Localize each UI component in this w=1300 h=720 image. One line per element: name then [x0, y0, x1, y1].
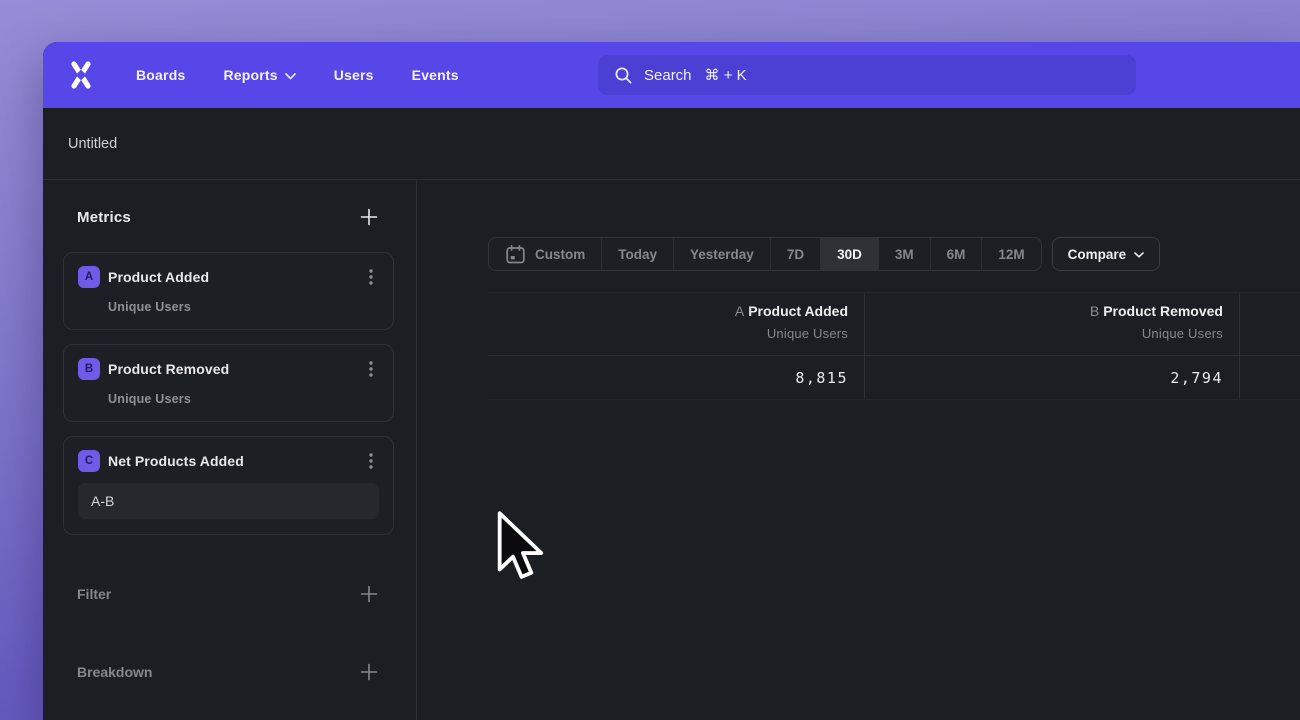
- search-icon: [614, 66, 633, 85]
- add-metric-button[interactable]: [360, 208, 378, 226]
- compare-label: Compare: [1068, 247, 1127, 262]
- add-filter-button[interactable]: [360, 585, 378, 603]
- report-main-area: Custom Today Yesterday 7D 30D 3M 6M 12M …: [417, 180, 1300, 720]
- metrics-header-row: Metrics: [43, 208, 416, 226]
- metric-badge: B: [78, 358, 100, 380]
- metric-subtitle: Unique Users: [865, 326, 1223, 341]
- metric-card-c[interactable]: C Net Products Added A-B: [63, 436, 394, 535]
- calendar-icon: [505, 244, 526, 265]
- add-breakdown-button[interactable]: [360, 663, 378, 681]
- metrics-header-label: Metrics: [77, 209, 131, 226]
- date-range-label: Today: [618, 247, 657, 262]
- date-range-label: 6M: [947, 247, 966, 262]
- date-range-yesterday[interactable]: Yesterday: [673, 238, 770, 270]
- nav-item-reports[interactable]: Reports: [223, 67, 295, 83]
- filter-section: Filter: [43, 585, 416, 603]
- nav-menu: Boards Reports Users Events: [136, 67, 459, 83]
- metric-badge: A: [78, 266, 100, 288]
- nav-item-boards[interactable]: Boards: [136, 67, 185, 83]
- metric-name: Product Removed: [1103, 303, 1223, 319]
- date-range-30d-selected[interactable]: 30D: [820, 238, 878, 270]
- breakdown-label: Breakdown: [77, 664, 152, 680]
- report-title-bar: Untitled: [43, 108, 1300, 180]
- top-navbar: Boards Reports Users Events Search ⌘ + K: [43, 42, 1300, 108]
- metric-measurement[interactable]: Unique Users: [108, 392, 379, 406]
- nav-item-label: Reports: [223, 67, 277, 83]
- search-shortcut: ⌘ + K: [705, 66, 747, 84]
- table-header-row: AProduct Added Unique Users BProduct Rem…: [488, 292, 1300, 356]
- date-range-label: Custom: [535, 247, 585, 262]
- report-title[interactable]: Untitled: [68, 136, 117, 152]
- metric-name: Product Removed: [108, 361, 229, 377]
- filter-label: Filter: [77, 586, 111, 602]
- date-range-12m[interactable]: 12M: [981, 238, 1040, 270]
- nav-item-label: Boards: [136, 67, 185, 83]
- date-range-label: 12M: [998, 247, 1024, 262]
- date-range-custom[interactable]: Custom: [489, 238, 601, 270]
- metrics-sidebar: Metrics A Product Added Unique: [43, 180, 417, 720]
- formula-value: A-B: [91, 493, 114, 509]
- metric-badge: C: [78, 450, 100, 472]
- breakdown-section: Breakdown: [43, 663, 416, 681]
- table-header-metric-b: BProduct Removed Unique Users: [865, 293, 1240, 355]
- table-header-metric-a: AProduct Added Unique Users: [488, 293, 865, 355]
- date-range-3m[interactable]: 3M: [878, 238, 930, 270]
- metric-name: Product Added: [108, 269, 209, 285]
- date-range-label: 3M: [895, 247, 914, 262]
- date-range-label: Yesterday: [690, 247, 754, 262]
- compare-button[interactable]: Compare: [1052, 237, 1161, 271]
- metric-subtitle: Unique Users: [488, 326, 848, 341]
- metric-card-a[interactable]: A Product Added Unique Users: [63, 252, 394, 330]
- date-range-6m[interactable]: 6M: [930, 238, 982, 270]
- kebab-menu-icon[interactable]: [363, 452, 379, 470]
- nav-item-label: Events: [412, 67, 459, 83]
- formula-input[interactable]: A-B: [78, 483, 379, 519]
- date-range-segments: Custom Today Yesterday 7D 30D 3M 6M 12M: [488, 237, 1042, 271]
- metric-letter: B: [1090, 303, 1099, 319]
- search-input[interactable]: Search ⌘ + K: [598, 55, 1136, 95]
- metric-card-b[interactable]: B Product Removed Unique Users: [63, 344, 394, 422]
- table-values-row: 8,815 2,794: [488, 356, 1300, 400]
- metric-b-total: 2,794: [865, 356, 1223, 400]
- date-range-label: 7D: [787, 247, 804, 262]
- nav-item-events[interactable]: Events: [412, 67, 459, 83]
- kebab-menu-icon[interactable]: [363, 360, 379, 378]
- metric-measurement[interactable]: Unique Users: [108, 300, 379, 314]
- metric-letter: A: [735, 303, 744, 319]
- mixpanel-logo-icon[interactable]: [68, 60, 94, 90]
- metric-name: Product Added: [748, 303, 848, 319]
- nav-item-users[interactable]: Users: [334, 67, 374, 83]
- date-range-label: 30D: [837, 247, 862, 262]
- chevron-down-icon: [285, 73, 296, 80]
- table-header-metric-c-clipped: [1240, 293, 1300, 355]
- date-range-today[interactable]: Today: [601, 238, 673, 270]
- metric-a-total: 8,815: [488, 356, 848, 400]
- search-placeholder: Search: [644, 67, 692, 84]
- metric-name: Net Products Added: [108, 453, 244, 469]
- totals-table: AProduct Added Unique Users BProduct Rem…: [488, 292, 1300, 400]
- chevron-down-icon: [1134, 252, 1144, 258]
- nav-item-label: Users: [334, 67, 374, 83]
- app-window: Boards Reports Users Events Search ⌘ + K: [43, 42, 1300, 720]
- date-range-toolbar: Custom Today Yesterday 7D 30D 3M 6M 12M …: [488, 237, 1160, 271]
- kebab-menu-icon[interactable]: [363, 268, 379, 286]
- date-range-7d[interactable]: 7D: [770, 238, 820, 270]
